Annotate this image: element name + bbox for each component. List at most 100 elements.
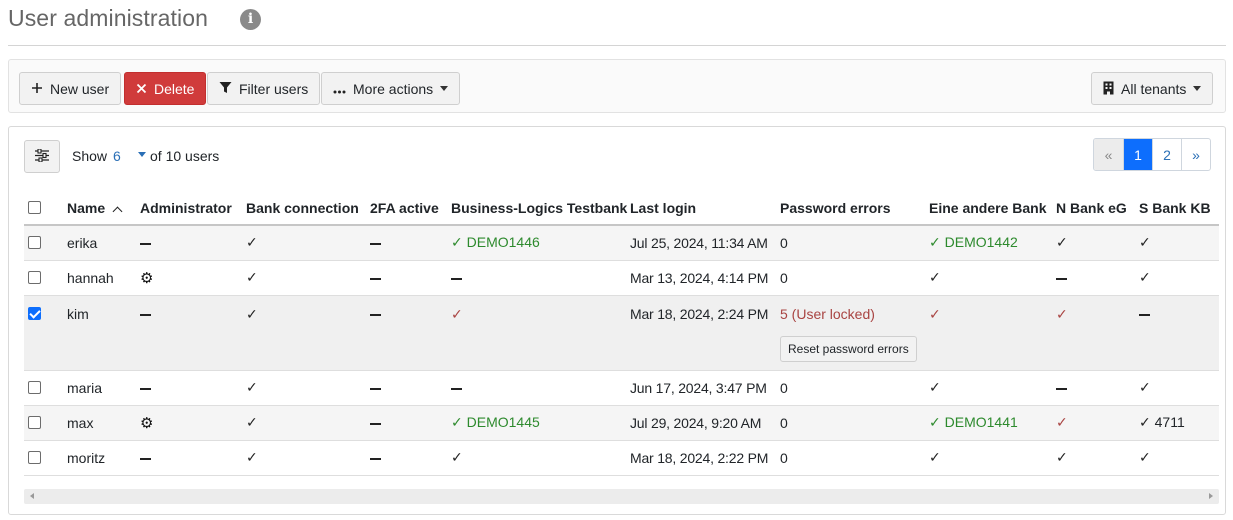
connection-id: DEMO1442 xyxy=(944,234,1018,251)
check-icon: ✓ xyxy=(1056,415,1068,431)
page-size-select[interactable]: 6 xyxy=(113,148,121,164)
check-icon: ✓ xyxy=(1056,306,1068,323)
last-login-cell: Jul 29, 2024, 9:20 AM xyxy=(630,405,780,441)
column-header-bank-connection[interactable]: Bank connection xyxy=(246,191,370,226)
dash-icon xyxy=(140,387,151,390)
check-icon: ✓ xyxy=(929,380,941,396)
column-header-name[interactable]: Name xyxy=(67,191,140,226)
password-errors-value: 0 xyxy=(780,379,788,396)
user-name[interactable]: max xyxy=(67,405,140,441)
business-logics-testbank-cell xyxy=(451,370,630,406)
check-icon: ✓ xyxy=(1139,235,1151,252)
s-bank-kb-cell: ✓ xyxy=(1139,260,1219,296)
bank-connection-cell: ✓ xyxy=(246,225,370,261)
column-header-administrator[interactable]: Administrator xyxy=(140,191,246,226)
reset-password-errors-button[interactable]: Reset password errors xyxy=(780,335,917,362)
column-header-n-bank-eg[interactable]: N Bank eG xyxy=(1056,191,1139,226)
2fa-cell xyxy=(370,405,451,441)
chevron-down-icon[interactable] xyxy=(138,152,146,157)
row-select-checkbox[interactable] xyxy=(28,380,41,394)
table-row[interactable]: kim ✓ ✓ Mar 18, 2024, 2:24 PM 5 (User locked… xyxy=(24,295,1219,371)
delete-button[interactable]: Delete xyxy=(124,72,207,105)
column-header-business-logics-testbank[interactable]: Business-Logics Testbank xyxy=(451,191,630,226)
last-login-cell: Mar 13, 2024, 4:14 PM xyxy=(630,260,780,296)
password-errors-value: 0 xyxy=(780,414,788,431)
row-select-checkbox[interactable] xyxy=(28,415,41,429)
select-all-checkbox[interactable] xyxy=(28,200,41,214)
user-name[interactable]: maria xyxy=(67,370,140,406)
connection-id: 4711 xyxy=(1154,414,1185,430)
user-name[interactable]: hannah xyxy=(67,260,140,296)
pagination-prev[interactable]: « xyxy=(1094,139,1123,170)
user-name[interactable]: erika xyxy=(67,225,140,261)
check-icon: ✓ xyxy=(929,235,941,252)
ellipsis-icon xyxy=(333,82,346,96)
pagination-page-2[interactable]: 2 xyxy=(1152,139,1181,170)
user-name[interactable]: moritz xyxy=(67,440,140,476)
table-row[interactable]: moritz ✓ ✓ Mar 18, 2024, 2:22 PM 0 ✓ ✓ ✓ xyxy=(24,440,1219,476)
column-header-s-bank-kb[interactable]: S Bank KB xyxy=(1139,191,1219,226)
new-user-button[interactable]: New user xyxy=(19,72,122,105)
info-icon[interactable]: i xyxy=(240,9,261,30)
row-select-checkbox[interactable] xyxy=(28,270,41,284)
user-name[interactable]: kim xyxy=(67,295,140,371)
row-select-checkbox[interactable] xyxy=(28,235,41,249)
pagination-page-1[interactable]: 1 xyxy=(1123,139,1152,170)
check-icon: ✓ xyxy=(1139,415,1151,431)
column-header-last-login[interactable]: Last login xyxy=(630,191,780,226)
password-errors-cell: 0 xyxy=(780,225,929,261)
pagination-next[interactable]: » xyxy=(1181,139,1210,170)
s-bank-kb-cell: ✓ xyxy=(1139,370,1219,406)
dash-icon xyxy=(1056,387,1067,390)
plus-icon xyxy=(31,82,43,96)
check-icon: ✓ xyxy=(451,450,463,466)
page-header: User administration i xyxy=(8,0,1226,46)
horizontal-scrollbar[interactable] xyxy=(24,489,1219,504)
connection-id: DEMO1446 xyxy=(466,234,540,251)
sort-asc-icon xyxy=(112,206,123,216)
password-errors-cell: 0 xyxy=(780,405,929,441)
business-logics-testbank-cell: ✓ xyxy=(451,440,630,476)
business-logics-testbank-cell: ✓ xyxy=(451,295,630,371)
2fa-cell xyxy=(370,295,451,371)
last-login-cell: Mar 18, 2024, 2:22 PM xyxy=(630,440,780,476)
table-row[interactable]: hannah ⚙ ✓ Mar 13, 2024, 4:14 PM 0 ✓ ✓ xyxy=(24,260,1219,296)
column-header-2fa[interactable]: 2FA active xyxy=(370,191,451,226)
sliders-icon xyxy=(35,147,49,165)
table-row[interactable]: maria ✓ Jun 17, 2024, 3:47 PM 0 ✓ ✓ xyxy=(24,370,1219,406)
password-errors-value: 0 xyxy=(780,234,788,251)
pagination: « 1 2 » xyxy=(1093,138,1211,171)
eine-andere-bank-cell: ✓ xyxy=(929,440,1056,476)
check-icon: ✓ xyxy=(246,270,258,286)
scroll-left-icon[interactable] xyxy=(30,493,34,499)
check-icon: ✓ xyxy=(929,270,941,286)
column-header-eine-andere-bank[interactable]: Eine andere Bank xyxy=(929,191,1056,226)
delete-label: Delete xyxy=(154,80,195,97)
check-icon: ✓ xyxy=(451,306,463,323)
check-icon: ✓ xyxy=(246,380,258,396)
s-bank-kb-cell: ✓ 4711 xyxy=(1139,405,1219,441)
n-bank-eg-cell: ✓ xyxy=(1056,405,1139,441)
column-header-password-errors[interactable]: Password errors xyxy=(780,191,929,226)
filter-users-button[interactable]: Filter users xyxy=(207,72,321,105)
page-title: User administration xyxy=(8,5,209,31)
dash-icon xyxy=(140,457,151,460)
last-login-cell: Mar 18, 2024, 2:24 PM xyxy=(630,295,780,371)
check-icon: ✓ xyxy=(1056,235,1068,252)
business-logics-testbank-cell: ✓ DEMO1445 xyxy=(451,405,630,441)
row-select-checkbox[interactable] xyxy=(28,450,41,464)
gear-icon: ⚙ xyxy=(140,268,154,287)
chevron-down-icon xyxy=(440,86,449,91)
tenants-dropdown[interactable]: All tenants xyxy=(1091,72,1214,105)
administrator-cell: ⚙ xyxy=(140,260,246,296)
s-bank-kb-cell: ✓ xyxy=(1139,225,1219,261)
filter-icon xyxy=(219,81,232,96)
row-select-checkbox[interactable] xyxy=(28,306,41,320)
table-row[interactable]: max ⚙ ✓ ✓ DEMO1445 Jul 29, 2024, 9:20 AM 0 ✓ D… xyxy=(24,405,1219,441)
scroll-right-icon[interactable] xyxy=(1209,493,1213,499)
table-row[interactable]: erika ✓ ✓ DEMO1446 Jul 25, 2024, 11:34 AM 0 ✓… xyxy=(24,225,1219,261)
more-actions-button[interactable]: More actions xyxy=(321,72,461,105)
filter-users-label: Filter users xyxy=(239,80,309,97)
eine-andere-bank-cell: ✓ xyxy=(929,260,1056,296)
column-settings-button[interactable] xyxy=(24,140,60,173)
